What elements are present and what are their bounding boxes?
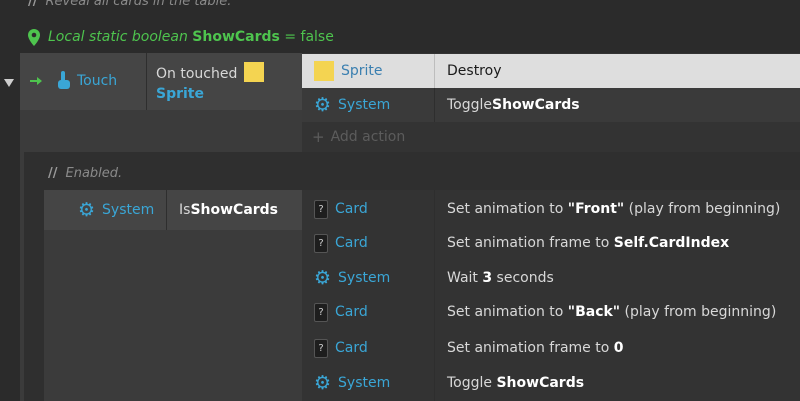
- action-text[interactable]: Set animation to "Back" (play from begin…: [435, 295, 776, 329]
- touch-object[interactable]: Touch: [57, 71, 117, 91]
- action-object[interactable]: ? Card: [302, 331, 434, 365]
- collapse-triangle-icon[interactable]: [4, 75, 14, 87]
- touch-label: Touch: [77, 73, 118, 89]
- action-object[interactable]: ? Card: [302, 192, 434, 226]
- local-variable-value: = false: [284, 29, 334, 45]
- comment-top-text: Reveal all cards in the table.: [45, 0, 232, 9]
- action-object[interactable]: ? Card: [302, 226, 434, 260]
- event-2-condition[interactable]: Is ShowCards: [179, 190, 278, 230]
- action-object[interactable]: ⚙ System: [302, 261, 434, 295]
- local-variable-label: Local static boolean: [48, 29, 188, 45]
- condition-object: Sprite: [156, 86, 204, 102]
- plus-icon: +: [312, 128, 325, 146]
- touch-hand-icon: [58, 71, 70, 89]
- event-1-condition[interactable]: On touched Sprite: [156, 62, 264, 104]
- add-action-button[interactable]: + Add action: [312, 128, 405, 146]
- action-text[interactable]: Wait 3 seconds: [435, 261, 554, 295]
- action-text[interactable]: Set animation frame to 0: [435, 331, 624, 365]
- gear-icon: ⚙: [314, 94, 332, 116]
- comment-enabled-text: Enabled.: [65, 166, 123, 181]
- divider: [166, 190, 167, 230]
- card-icon: ?: [314, 233, 328, 253]
- nesting-bar: [20, 152, 24, 401]
- condition-text: On touched: [156, 66, 238, 82]
- gear-icon: ⚙: [314, 372, 332, 394]
- card-icon: ?: [314, 302, 328, 322]
- action-object-label: System: [338, 97, 391, 113]
- sprite-icon: [243, 62, 264, 82]
- action-text[interactable]: Set animation frame to Self.CardIndex: [435, 226, 729, 260]
- divider: [146, 53, 147, 110]
- action-object[interactable]: ? Card: [302, 295, 434, 329]
- action-text[interactable]: Toggle ShowCards: [435, 366, 584, 400]
- arrow-right-icon: [30, 74, 42, 90]
- system-label: System: [102, 202, 155, 218]
- local-variable[interactable]: Local static boolean ShowCards = false: [28, 27, 334, 47]
- action-text[interactable]: Toggle ShowCards: [435, 88, 580, 122]
- action-object[interactable]: ⚙ System: [302, 88, 434, 122]
- action-object[interactable]: ⚙ System: [302, 366, 434, 400]
- comment-top[interactable]: //Reveal all cards in the table.: [28, 0, 231, 14]
- map-pin-icon: [28, 28, 40, 46]
- card-icon: ?: [314, 199, 328, 219]
- local-variable-name: ShowCards: [192, 29, 280, 45]
- system-object[interactable]: ⚙ System: [78, 190, 154, 230]
- action-text[interactable]: Set animation to "Front" (play from begi…: [435, 192, 780, 226]
- action-object[interactable]: Sprite: [302, 54, 434, 88]
- action-object-label: Sprite: [341, 63, 383, 79]
- gear-icon: ⚙: [78, 199, 96, 221]
- add-action-label: Add action: [330, 129, 406, 145]
- comment-enabled[interactable]: //Enabled.: [48, 166, 122, 186]
- sprite-icon: [314, 61, 334, 81]
- card-icon: ?: [314, 338, 328, 358]
- gear-icon: ⚙: [314, 267, 332, 289]
- action-text[interactable]: Destroy: [435, 54, 501, 88]
